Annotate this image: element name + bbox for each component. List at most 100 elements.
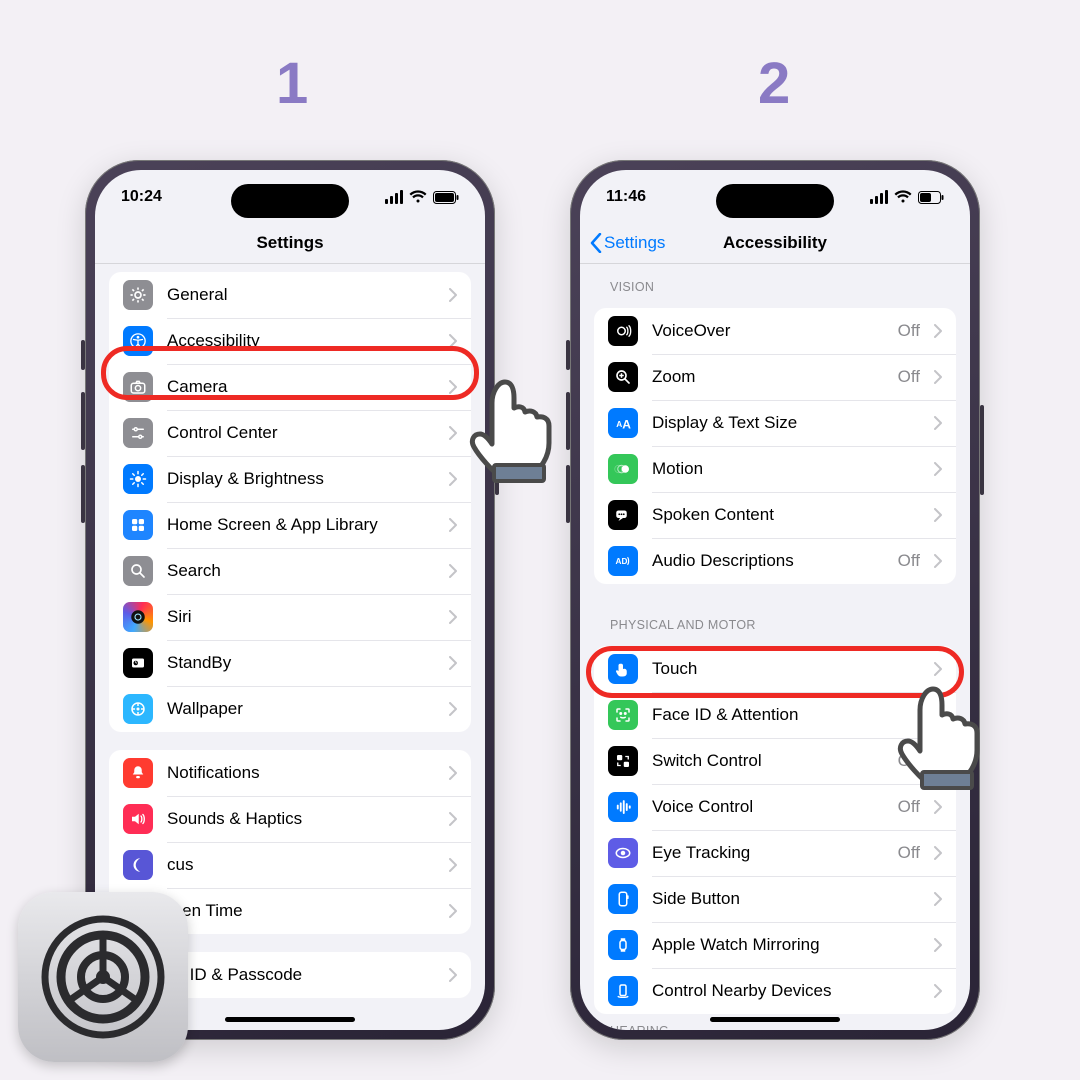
row-label: Display & Text Size [652,413,920,433]
row-label: Apple Watch Mirroring [652,935,920,955]
textsize-icon: AA [608,408,638,438]
voice-icon [608,792,638,822]
row-label: Control Nearby Devices [652,981,920,1001]
section-header-vision: VISION [580,264,970,300]
settings-app-icon [18,892,188,1062]
row-label: Accessibility [167,331,435,351]
row-label: Audio Descriptions [652,551,884,571]
back-label: Settings [604,233,665,253]
chevron-right-icon [449,858,457,872]
row-touch[interactable]: Touch [594,646,956,692]
power-button [980,405,984,495]
row-label: Zoom [652,367,884,387]
dynamic-island [231,184,349,218]
battery-icon [433,191,459,204]
chevron-right-icon [449,426,457,440]
row-label: Side Button [652,889,920,909]
chevron-right-icon [934,984,942,998]
row-apple-watch-mirroring[interactable]: Apple Watch Mirroring [594,922,956,968]
row-label: Search [167,561,435,581]
row-focus[interactable]: cus [109,842,471,888]
bell-icon [123,758,153,788]
cellular-icon [870,190,888,204]
row-switch-control[interactable]: Switch ControlOff [594,738,956,784]
row-control-nearby-devices[interactable]: Control Nearby Devices [594,968,956,1014]
touch-icon [608,654,638,684]
cellular-icon [385,190,403,204]
chevron-right-icon [449,968,457,982]
back-button[interactable]: Settings [590,233,665,253]
home-indicator[interactable] [710,1017,840,1022]
power-button [495,405,499,495]
row-siri[interactable]: Siri [109,594,471,640]
status-time: 11:46 [606,188,646,206]
chevron-right-icon [934,938,942,952]
chevron-right-icon [449,564,457,578]
row-eye-tracking[interactable]: Eye TrackingOff [594,830,956,876]
row-accessibility[interactable]: Accessibility [109,318,471,364]
accessibility-list[interactable]: VISION VoiceOverOffZoomOff AA Display & Te… [580,264,970,1030]
row-home-screen-app-library[interactable]: Home Screen & App Library [109,502,471,548]
siri-icon [123,602,153,632]
chevron-right-icon [934,462,942,476]
row-label: Wallpaper [167,699,435,719]
speaker-icon [123,804,153,834]
row-camera[interactable]: Camera [109,364,471,410]
status-time: 10:24 [121,188,162,206]
row-display-brightness[interactable]: Display & Brightness [109,456,471,502]
row-label: Spoken Content [652,505,920,525]
row-voice-control[interactable]: Voice ControlOff [594,784,956,830]
row-sounds-haptics[interactable]: Sounds & Haptics [109,796,471,842]
chevron-right-icon [934,508,942,522]
gear-icon [123,280,153,310]
row-label: Sounds & Haptics [167,809,435,829]
row-label: Camera [167,377,435,397]
mute-switch [81,340,85,370]
phone-frame-2: 11:46 Settings Accessibility VISION Voic… [570,160,980,1040]
step-number-2: 2 [758,50,790,117]
home-indicator[interactable] [225,1017,355,1022]
chevron-right-icon [934,708,942,722]
wifi-icon [894,190,912,204]
section-header-physical: PHYSICAL AND MOTOR [580,602,970,638]
volume-down-button [566,465,570,523]
chevron-right-icon [449,334,457,348]
row-spoken-content[interactable]: Spoken Content [594,492,956,538]
battery-icon [918,191,944,204]
screen-2: 11:46 Settings Accessibility VISION Voic… [580,170,970,1030]
watch-icon [608,930,638,960]
row-wallpaper[interactable]: Wallpaper [109,686,471,732]
nav-bar: Settings [95,222,485,264]
row-zoom[interactable]: ZoomOff [594,354,956,400]
row-audio-descriptions[interactable]: ADAudio DescriptionsOff [594,538,956,584]
page-title: Settings [256,233,323,253]
row-label: Control Center [167,423,435,443]
row-general[interactable]: General [109,272,471,318]
chevron-right-icon [449,656,457,670]
row-motion[interactable]: Motion [594,446,956,492]
row-label: StandBy [167,653,435,673]
mute-switch [566,340,570,370]
moon-icon [123,850,153,880]
row-display-text-size[interactable]: AA Display & Text Size [594,400,956,446]
chevron-right-icon [449,610,457,624]
row-standby[interactable]: StandBy [109,640,471,686]
row-control-center[interactable]: Control Center [109,410,471,456]
svg-text:A: A [616,420,622,429]
voiceover-icon [608,316,638,346]
row-search[interactable]: Search [109,548,471,594]
chevron-right-icon [934,416,942,430]
page-title: Accessibility [723,233,827,253]
wifi-icon [409,190,427,204]
row-face-id-attention[interactable]: Face ID & Attention [594,692,956,738]
row-voiceover[interactable]: VoiceOverOff [594,308,956,354]
row-side-button[interactable]: Side Button [594,876,956,922]
row-label: Eye Tracking [652,843,884,863]
volume-up-button [566,392,570,450]
row-label: Siri [167,607,435,627]
step-number-1: 1 [276,50,308,117]
search-icon [123,556,153,586]
volume-down-button [81,465,85,523]
bright-icon [123,464,153,494]
row-notifications[interactable]: Notifications [109,750,471,796]
